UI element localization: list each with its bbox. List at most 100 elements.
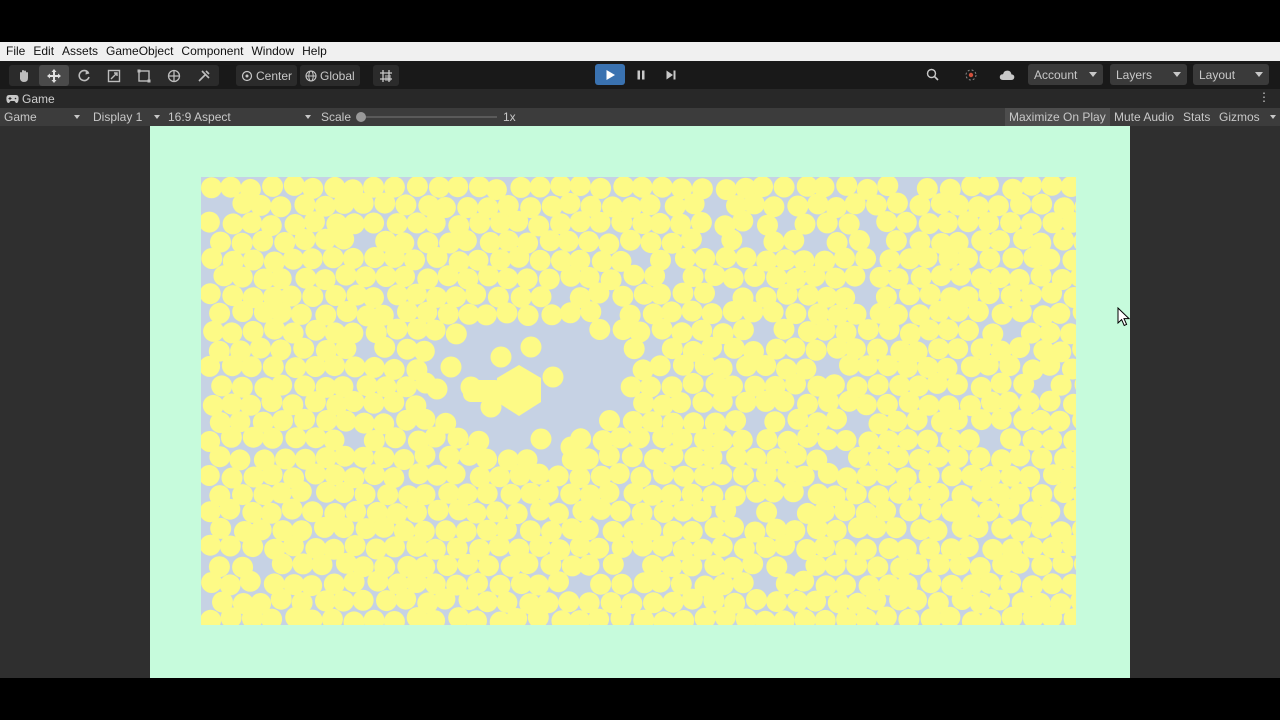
step-button[interactable] [656, 64, 686, 85]
particle [715, 247, 737, 268]
hand-tool-icon[interactable] [9, 65, 39, 86]
particle [304, 356, 326, 377]
particle [363, 392, 385, 414]
particle [589, 211, 611, 233]
particle [867, 556, 889, 578]
particle [242, 426, 264, 448]
scale-slider-track[interactable] [360, 116, 497, 118]
particle [478, 265, 500, 287]
particle [623, 338, 645, 360]
transform-tools [9, 65, 219, 86]
menu-window[interactable]: Window [247, 42, 298, 61]
particle [377, 484, 399, 506]
pivot-rotation-button[interactable]: Global [300, 65, 360, 86]
rect-tool-icon[interactable] [129, 65, 159, 86]
particle [261, 391, 283, 412]
particle [978, 212, 1000, 234]
particle [1049, 410, 1071, 432]
more-options-icon[interactable]: ⋮ [1258, 89, 1270, 108]
particle [557, 230, 579, 252]
maximize-on-play-toggle[interactable]: Maximize On Play [1005, 108, 1110, 126]
account-dropdown[interactable]: Account [1028, 64, 1103, 85]
search-icon[interactable] [919, 64, 945, 85]
display-dropdown[interactable]: Display 1 [93, 108, 161, 126]
transform-tool-icon[interactable] [159, 65, 189, 86]
particle [365, 538, 387, 560]
layers-dropdown[interactable]: Layers [1110, 64, 1187, 85]
custom-tool-icon[interactable] [189, 65, 219, 86]
scale-value: 1x [503, 110, 516, 124]
pause-button[interactable] [626, 64, 656, 85]
particle [629, 427, 650, 449]
aspect-dropdown[interactable]: 16:9 Aspect [168, 108, 313, 126]
particle [951, 589, 973, 610]
tab-game-label: Game [22, 91, 55, 106]
particle [722, 267, 744, 289]
particle [641, 484, 663, 506]
particle [805, 590, 827, 612]
mute-audio-toggle[interactable]: Mute Audio [1114, 108, 1174, 126]
particle [293, 337, 315, 359]
gizmos-dropdown[interactable]: Gizmos [1219, 108, 1277, 126]
aspect-label: 16:9 Aspect [168, 110, 231, 124]
particle [201, 572, 223, 593]
particle [507, 210, 529, 232]
game-mode-dropdown[interactable]: Game [4, 108, 82, 126]
collab-icon[interactable] [958, 64, 984, 85]
particle [855, 248, 877, 270]
particle [838, 390, 860, 412]
particle [742, 553, 764, 575]
move-tool-icon[interactable] [39, 65, 69, 86]
particle [989, 230, 1010, 252]
particle [333, 590, 354, 612]
particle [886, 192, 908, 214]
menu-component[interactable]: Component [177, 42, 247, 61]
menu-gameobject[interactable]: GameObject [102, 42, 177, 61]
layout-dropdown[interactable]: Layout [1193, 64, 1269, 85]
particle [397, 301, 418, 323]
game-view-controls: Game Display 1 16:9 Aspect Scale 1x Maxi… [0, 108, 1280, 126]
particle [941, 465, 963, 487]
particle [814, 319, 836, 341]
cloud-icon[interactable] [994, 64, 1020, 85]
particle [726, 446, 748, 468]
particle [406, 501, 427, 523]
particle [878, 318, 900, 340]
particle [835, 430, 857, 451]
particle [783, 229, 805, 251]
rotate-tool-icon[interactable] [69, 65, 99, 86]
stats-toggle[interactable]: Stats [1183, 108, 1210, 126]
play-button[interactable] [595, 64, 625, 85]
particle [971, 409, 992, 431]
particle [797, 426, 819, 448]
particle [424, 319, 446, 341]
menu-file[interactable]: File [2, 42, 29, 61]
menu-assets[interactable]: Assets [58, 42, 102, 61]
menu-edit[interactable]: Edit [29, 42, 58, 61]
particle [918, 213, 940, 235]
particle [469, 212, 491, 234]
particle [682, 372, 704, 394]
particle [744, 265, 766, 287]
particle [305, 463, 326, 485]
particle [578, 554, 600, 576]
scale-tool-icon[interactable] [99, 65, 129, 86]
tab-game[interactable]: Game [0, 92, 55, 106]
particle [857, 355, 879, 377]
particle [798, 284, 819, 306]
particle [517, 553, 539, 575]
particle [886, 410, 908, 432]
particle [363, 212, 385, 234]
particle [457, 553, 479, 575]
grid-snap-button[interactable] [373, 65, 399, 86]
pivot-mode-button[interactable]: Center [236, 65, 298, 86]
particle [311, 554, 333, 576]
scale-slider-handle[interactable] [356, 112, 366, 122]
particle [261, 464, 283, 486]
particle [333, 482, 355, 503]
particle [580, 301, 602, 323]
particle [694, 282, 715, 304]
menu-help[interactable]: Help [298, 42, 331, 61]
particle [732, 210, 754, 232]
particle [221, 355, 243, 377]
